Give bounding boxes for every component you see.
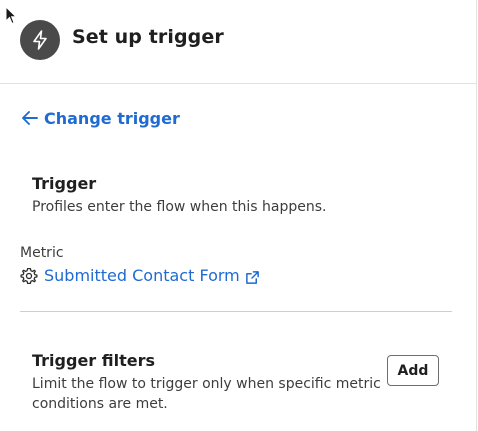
add-filter-button[interactable]: Add bbox=[387, 355, 439, 386]
section-divider bbox=[20, 311, 452, 312]
trigger-filters-title: Trigger filters bbox=[32, 351, 156, 370]
metric-link[interactable]: Submitted Contact Form bbox=[44, 266, 260, 285]
change-trigger-link[interactable]: Change trigger bbox=[20, 108, 180, 128]
external-link-icon bbox=[245, 270, 259, 284]
metric-label: Metric bbox=[20, 245, 64, 261]
lightning-bolt-icon bbox=[20, 20, 60, 60]
metric-row: Submitted Contact Form bbox=[20, 266, 260, 285]
trigger-section-description: Profiles enter the flow when this happen… bbox=[32, 199, 327, 215]
trigger-filters-description-line2: conditions are met. bbox=[32, 396, 168, 412]
change-trigger-label: Change trigger bbox=[44, 108, 180, 128]
page-title: Set up trigger bbox=[72, 26, 224, 48]
trigger-filters-description-line1: Limit the flow to trigger only when spec… bbox=[32, 376, 381, 392]
gear-icon bbox=[20, 267, 38, 284]
metric-name: Submitted Contact Form bbox=[44, 266, 240, 285]
mouse-pointer-icon bbox=[5, 6, 17, 25]
setup-trigger-panel: Set up trigger Change trigger Trigger Pr… bbox=[0, 0, 477, 431]
trigger-section-title: Trigger bbox=[32, 174, 97, 193]
panel-header: Set up trigger bbox=[0, 0, 476, 84]
arrow-left-icon bbox=[22, 111, 38, 125]
